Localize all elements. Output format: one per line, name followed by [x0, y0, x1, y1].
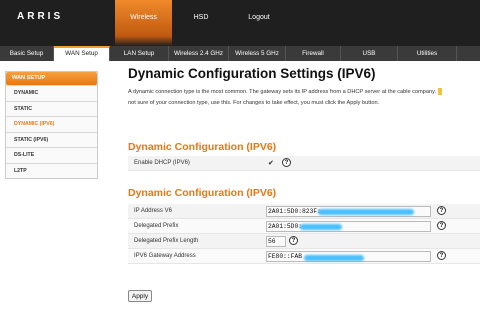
delegated-prefix-label: Delegated Prefix — [134, 223, 179, 229]
sidebar-item-static-ipv6[interactable]: STATIC (IPV6) — [6, 131, 97, 147]
help-icon[interactable]: ? — [437, 221, 446, 230]
help-icon[interactable]: ? — [289, 236, 298, 245]
description-line-1: A dynamic connection type is the most co… — [128, 89, 437, 95]
arris-logo: ARRIS — [17, 11, 64, 22]
tab-firewall[interactable]: Firewall — [286, 46, 341, 61]
config-rows: IP Address V6 2A01:5D0:823F: ? Delegated… — [128, 204, 480, 264]
help-icon[interactable]: ? — [282, 158, 291, 167]
ip-address-label: IP Address V6 — [134, 208, 172, 214]
section-title-config: Dynamic Configuration (IPV6) — [128, 187, 277, 199]
delegated-prefix-field[interactable]: 2A01:5D0: — [266, 221, 431, 232]
gateway-label: IPV6 Gateway Address — [134, 253, 196, 259]
dhcp-rows: Enable DHCP (IPV6) ✔ ? — [128, 156, 480, 171]
highlight-marker — [437, 88, 442, 96]
redaction-mark — [318, 209, 414, 215]
enable-dhcp-row: Enable DHCP (IPV6) ✔ ? — [128, 156, 480, 171]
tab-utilities[interactable]: Utilities — [398, 46, 457, 61]
top-nav: Wireless HSD Logout — [115, 0, 288, 36]
active-glow — [115, 36, 172, 46]
sidebar-item-l2tp[interactable]: L2TP — [6, 162, 97, 178]
top-bar: ARRIS Wireless HSD Logout — [0, 0, 480, 36]
tab-usb[interactable]: USB — [341, 46, 398, 61]
sidebar-item-static[interactable]: STATIC — [6, 100, 97, 116]
ip-address-row: IP Address V6 2A01:5D0:823F: ? — [128, 204, 480, 219]
top-nav-wireless[interactable]: Wireless — [115, 0, 172, 36]
gateway-row: IPV6 Gateway Address FE80::FAB ? — [128, 249, 480, 264]
help-icon[interactable]: ? — [437, 251, 446, 260]
tab-wireless-24[interactable]: Wireless 2.4 GHz — [169, 46, 229, 61]
tab-lan-setup[interactable]: LAN Setup — [110, 46, 169, 61]
prefix-length-label: Delegated Prefix Length — [134, 238, 199, 244]
sidebar-item-dynamic[interactable]: DYNAMIC — [6, 85, 97, 101]
top-nav-logout[interactable]: Logout — [230, 0, 288, 36]
sidebar-item-dynamic-ipv6[interactable]: DYNAMIC (IPV6) — [6, 116, 97, 132]
sidebar-item-ds-lite[interactable]: DS-LITE — [6, 147, 97, 163]
page-title: Dynamic Configuration Settings (IPV6) — [128, 66, 376, 81]
tab-wireless-5[interactable]: Wireless 5 GHz — [229, 46, 286, 61]
top-nav-hsd[interactable]: HSD — [172, 0, 230, 36]
redaction-mark — [300, 224, 342, 230]
prefix-length-field[interactable]: 56 — [266, 236, 286, 247]
enable-dhcp-checkbox[interactable]: ✔ — [268, 159, 274, 167]
tab-bar: Basic Setup WAN Setup LAN Setup Wireless… — [0, 46, 480, 61]
redaction-mark — [304, 255, 364, 261]
tab-wan-setup[interactable]: WAN Setup — [54, 46, 110, 61]
main-content: Dynamic Configuration Settings (IPV6) A … — [128, 66, 478, 111]
section-title-dhcp: Dynamic Configuration (IPV6) — [128, 141, 277, 153]
page-description: A dynamic connection type is the most co… — [128, 87, 480, 111]
sidebar-header: WAN SETUP — [6, 72, 97, 85]
sidebar: WAN SETUP DYNAMIC STATIC DYNAMIC (IPV6) … — [5, 71, 98, 179]
tab-basic-setup[interactable]: Basic Setup — [0, 46, 54, 61]
help-icon[interactable]: ? — [437, 206, 446, 215]
delegated-prefix-row: Delegated Prefix 2A01:5D0: ? — [128, 219, 480, 234]
apply-button[interactable]: Apply — [128, 290, 152, 302]
enable-dhcp-label: Enable DHCP (IPV6) — [134, 160, 190, 166]
prefix-length-row: Delegated Prefix Length 56 ? — [128, 234, 480, 249]
top-strip — [0, 36, 480, 46]
description-line-2: not sure of your connection type, use th… — [128, 100, 380, 106]
